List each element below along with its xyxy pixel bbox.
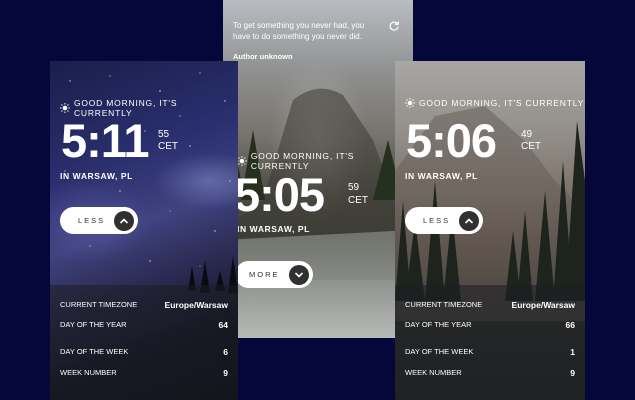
details-panel: CURRENT TIMEZONE Europe/Warsaw DAY OF TH…: [395, 285, 585, 400]
detail-value: Europe/Warsaw: [164, 300, 228, 310]
location: IN WARSAW, PL: [60, 171, 133, 181]
sun-icon: [237, 156, 247, 166]
chevron-up-icon: [114, 210, 134, 231]
sun-icon: [60, 103, 70, 113]
greeting: GOOD MORNING, IT'S CURRENTLY: [405, 98, 584, 108]
detail-value: 9: [223, 368, 228, 378]
detail-value: 6: [223, 347, 228, 357]
detail-label: CURRENT TIMEZONE: [405, 300, 483, 309]
current-time: 5:11: [61, 114, 149, 167]
clock-card-center: To get something you never had, you have…: [223, 0, 413, 338]
timezone-abbr: CET: [158, 141, 178, 152]
detail-value: 9: [570, 368, 575, 378]
detail-label: DAY OF THE YEAR: [60, 320, 127, 329]
current-seconds: 59: [348, 182, 360, 193]
detail-row-day-of-year: DAY OF THE YEAR 66: [405, 320, 575, 330]
toggle-label: LESS: [78, 216, 106, 225]
detail-value: 64: [218, 320, 228, 330]
toggle-label: LESS: [423, 216, 451, 225]
current-seconds: 55: [158, 129, 170, 140]
current-time: 5:05: [234, 168, 325, 221]
timezone-abbr: CET: [348, 195, 368, 206]
quote-text: To get something you never had, you have…: [233, 21, 365, 41]
less-button[interactable]: LESS: [60, 207, 138, 234]
chevron-up-icon: [459, 210, 479, 231]
detail-label: DAY OF THE YEAR: [405, 320, 472, 329]
less-button[interactable]: LESS: [405, 207, 483, 234]
detail-value: 1: [570, 347, 575, 357]
more-button[interactable]: MORE: [235, 261, 313, 288]
detail-label: DAY OF THE WEEK: [60, 347, 129, 356]
detail-label: CURRENT TIMEZONE: [60, 300, 138, 309]
current-seconds: 49: [521, 129, 533, 140]
location: IN WARSAW, PL: [237, 224, 310, 234]
sun-icon: [405, 98, 415, 108]
clock-card-left: GOOD MORNING, IT'S CURRENTLY 5:11 55 CET…: [50, 61, 238, 400]
clock-card-right: GOOD MORNING, IT'S CURRENTLY 5:06 49 CET…: [395, 61, 585, 400]
detail-row-day-of-week: DAY OF THE WEEK 1: [405, 347, 575, 357]
current-time: 5:06: [406, 114, 497, 167]
greeting-text: GOOD MORNING, IT'S CURRENTLY: [419, 98, 585, 108]
detail-label: DAY OF THE WEEK: [405, 347, 474, 356]
detail-row-timezone: CURRENT TIMEZONE Europe/Warsaw: [60, 300, 228, 310]
detail-label: WEEK NUMBER: [405, 368, 462, 377]
detail-value: Europe/Warsaw: [511, 300, 575, 310]
detail-value: 66: [565, 320, 575, 330]
chevron-down-icon: [289, 264, 309, 285]
detail-row-timezone: CURRENT TIMEZONE Europe/Warsaw: [405, 300, 575, 310]
quote-author: Author unknown: [233, 52, 293, 61]
details-panel: CURRENT TIMEZONE Europe/Warsaw DAY OF TH…: [50, 285, 238, 400]
refresh-icon[interactable]: [388, 20, 400, 32]
toggle-label: MORE: [249, 270, 280, 279]
location: IN WARSAW, PL: [405, 171, 478, 181]
detail-row-week-number: WEEK NUMBER 9: [405, 368, 575, 378]
detail-row-day-of-week: DAY OF THE WEEK 6: [60, 347, 228, 357]
detail-label: WEEK NUMBER: [60, 368, 117, 377]
timezone-abbr: CET: [521, 141, 541, 152]
detail-row-day-of-year: DAY OF THE YEAR 64: [60, 320, 228, 330]
detail-row-week-number: WEEK NUMBER 9: [60, 368, 228, 378]
